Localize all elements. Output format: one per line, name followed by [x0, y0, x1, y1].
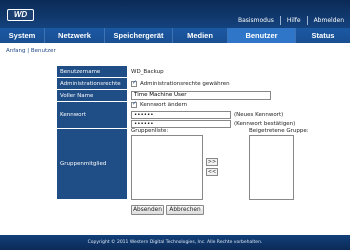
- tab-benutzer[interactable]: Benutzer: [228, 28, 296, 43]
- group-list-box[interactable]: [131, 135, 203, 200]
- admin-rights-checkbox[interactable]: [131, 79, 137, 87]
- group-member-label: Gruppenmitglied: [57, 129, 127, 200]
- help-link[interactable]: Hilfe: [287, 17, 301, 24]
- basic-mode-link[interactable]: Basismodus: [238, 17, 274, 24]
- change-password-row: Kennwort ändern: [131, 100, 188, 109]
- wd-logo[interactable]: WD: [7, 9, 34, 21]
- main-nav: System Netzwerk Speichergerät Medien Ben…: [0, 28, 350, 43]
- logout-link[interactable]: Abmelden: [314, 17, 344, 24]
- tab-system[interactable]: System: [0, 28, 45, 43]
- change-password-checkbox[interactable]: [131, 100, 137, 108]
- divider: [306, 16, 308, 25]
- tab-status[interactable]: Status: [296, 28, 350, 43]
- joined-group-box[interactable]: [249, 135, 294, 200]
- remove-group-button[interactable]: <<: [206, 168, 218, 176]
- header-bar: WD Basismodus Hilfe Abmelden: [0, 0, 350, 28]
- change-password-checkbox-label: Kennwort ändern: [140, 102, 188, 108]
- tab-medien[interactable]: Medien: [173, 28, 228, 43]
- add-group-button[interactable]: >>: [206, 158, 218, 166]
- submit-button[interactable]: Absenden: [131, 205, 164, 215]
- username-value: WD_Backup: [131, 69, 164, 75]
- cancel-button[interactable]: Abbrechen: [166, 205, 204, 215]
- group-list-label: Gruppenliste:: [131, 128, 169, 134]
- admin-rights-checkbox-label: Administrationsrechte gewähren: [140, 81, 230, 87]
- breadcrumb[interactable]: Anfang | Benutzer: [6, 48, 56, 54]
- admin-rights-label: Administrationsrechte: [57, 78, 127, 90]
- tab-speichergeraet[interactable]: Speichergerät: [105, 28, 173, 43]
- joined-group-label: Beigetretene Gruppe:: [249, 128, 309, 134]
- top-links: Basismodus Hilfe Abmelden: [238, 16, 344, 25]
- full-name-label: Voller Name: [57, 90, 127, 102]
- full-name-input[interactable]: Time Machine User: [131, 91, 271, 100]
- divider: [279, 16, 281, 25]
- tab-netzwerk[interactable]: Netzwerk: [45, 28, 105, 43]
- footer: Copyright © 2011 Western Digital Technol…: [0, 235, 350, 250]
- new-password-input[interactable]: ••••••: [131, 111, 231, 119]
- new-password-hint: (Neues Kennwort): [234, 112, 284, 118]
- password-label: Kennwort: [57, 102, 127, 129]
- admin-rights-row: Administrationsrechte gewähren: [131, 78, 230, 90]
- username-label: Benutzername: [57, 66, 127, 78]
- confirm-password-input[interactable]: ••••••: [131, 120, 231, 128]
- confirm-password-hint: (Kennwort bestätigen): [234, 121, 296, 127]
